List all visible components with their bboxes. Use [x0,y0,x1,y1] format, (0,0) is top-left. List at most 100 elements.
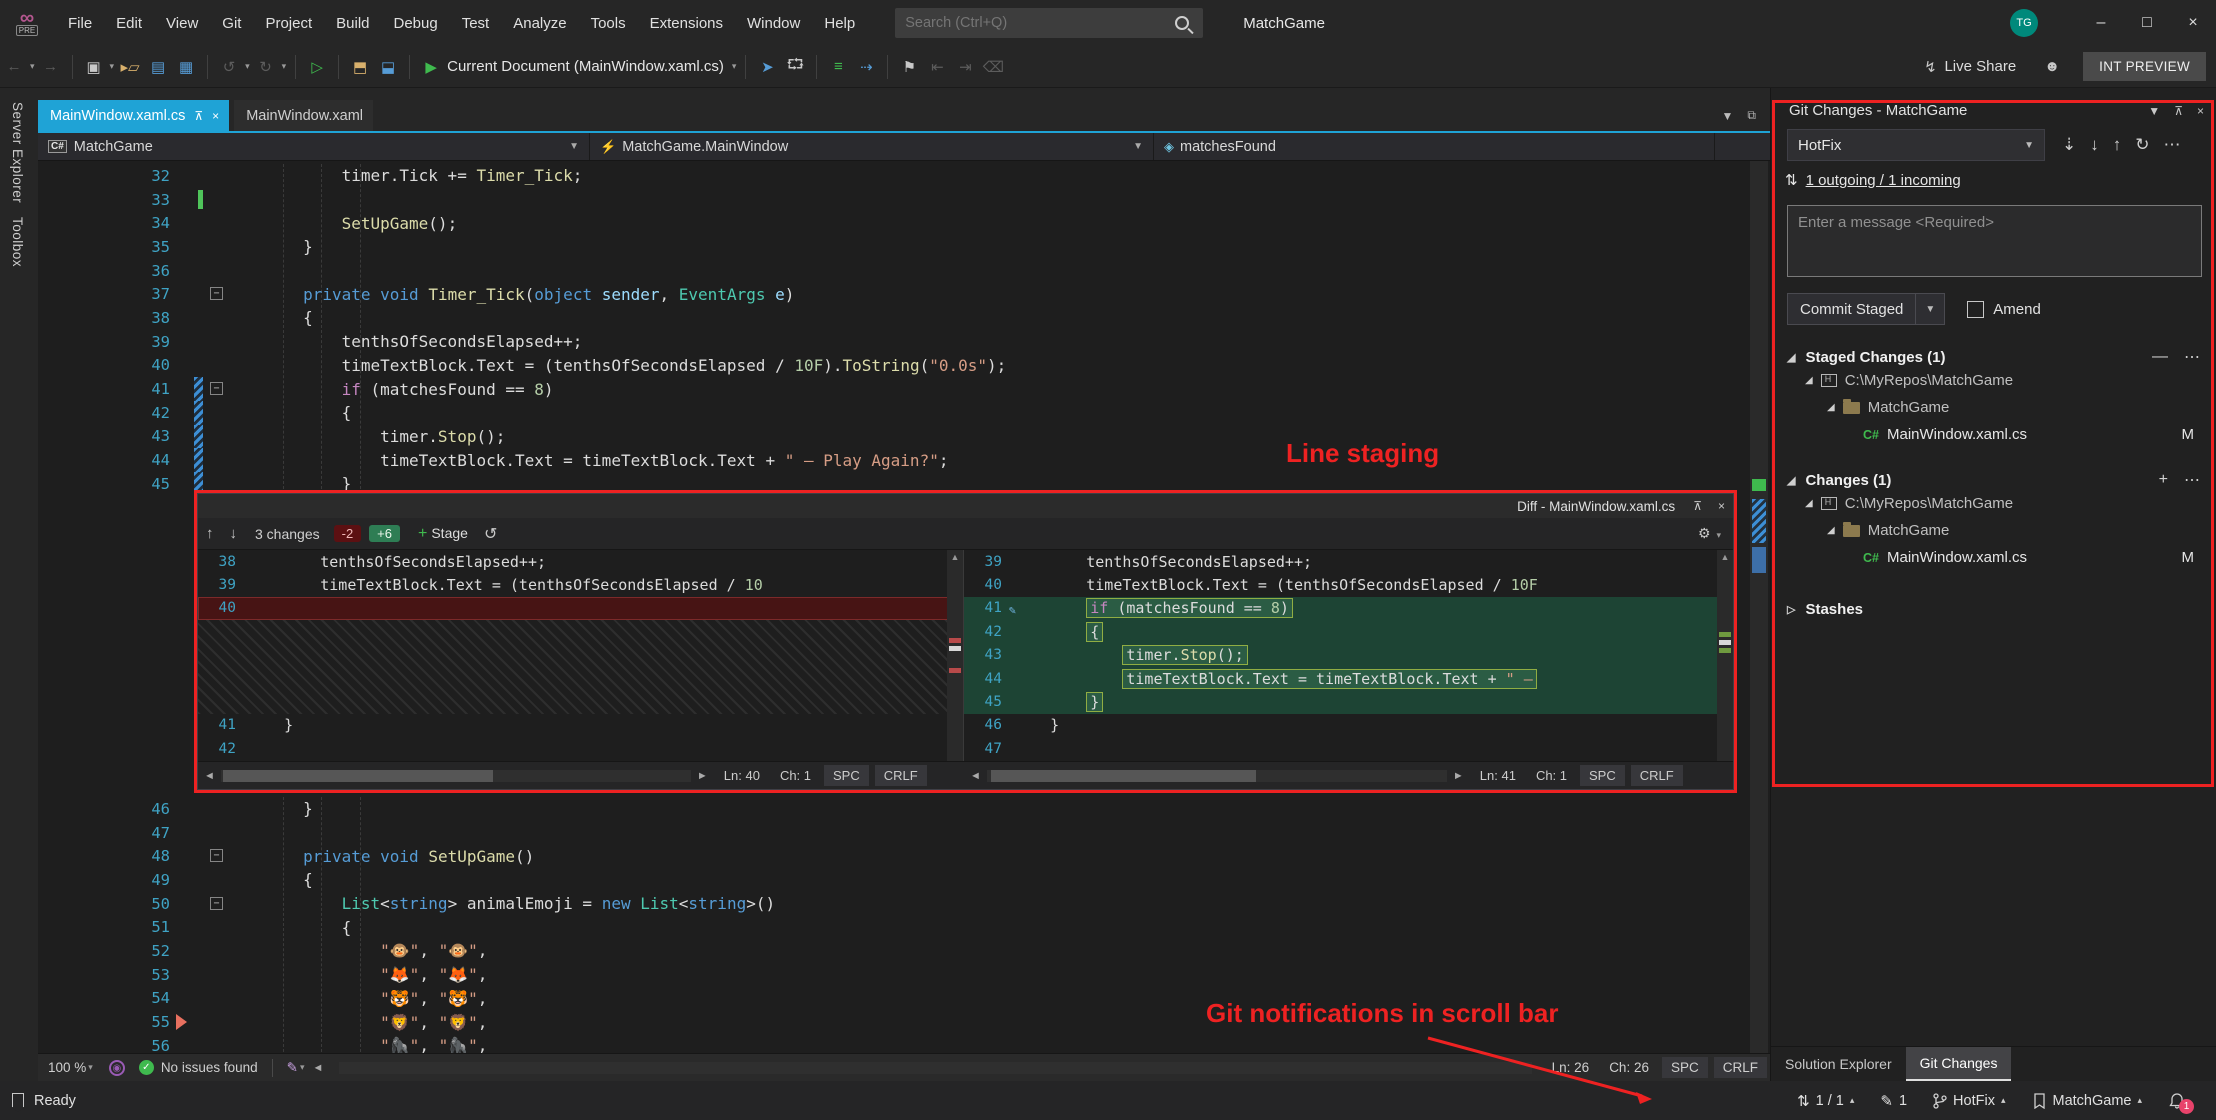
close-button[interactable]: × [2170,0,2216,46]
diff-settings-gear-icon[interactable]: ⚙ ▾ [1698,525,1723,542]
code-text[interactable]: private void SetUpGame() [226,847,534,866]
changes-section[interactable]: ◢ Changes (1) + ⋯ [1771,470,2216,490]
code-text[interactable]: "🐵", "🐵", [226,941,487,960]
changes-repo-row[interactable]: ◢ C:\MyRepos\MatchGame [1771,490,2216,517]
account-avatar[interactable]: TG [2010,9,2038,37]
undo-changes-icon[interactable]: ↺ [484,524,497,544]
run-icon[interactable]: ▶ [418,54,444,80]
issues-label[interactable]: No issues found [161,1060,258,1075]
expanded-icon[interactable]: ◢ [1787,474,1795,487]
chevron-down-icon[interactable]: ▼ [1915,294,1944,324]
editor-horizontal-scrollbar[interactable] [339,1061,1532,1074]
maximize-button[interactable]: □ [2124,0,2170,46]
project-dropdown[interactable]: C# MatchGame ▼ [38,133,590,160]
diff-right-scrollbar[interactable]: ▲ [1717,550,1733,761]
attach-to-process-icon[interactable]: ➤ [754,54,780,80]
bookmark-icon[interactable]: ⚑ [896,54,922,80]
spaces-indicator[interactable]: SPC [1580,765,1625,786]
open-file-icon[interactable]: ▸▱ [117,54,143,80]
search-icon[interactable] [1175,16,1190,30]
step-over-icon[interactable]: ⇢ [853,54,879,80]
code-text[interactable]: timer.Tick += Timer_Tick; [226,166,583,185]
stage-all-icon[interactable]: + [2159,471,2168,489]
scroll-up-icon[interactable]: ▲ [1717,550,1733,564]
staged-repo-row[interactable]: ◢ C:\MyRepos\MatchGame [1771,367,2216,394]
code-text[interactable]: { [226,403,352,422]
search-input[interactable] [895,15,1176,31]
menu-item-help[interactable]: Help [812,9,867,38]
code-text[interactable]: tenthsOfSecondsElapsed++; [226,332,583,351]
code-text[interactable]: timeTextBlock.Text = timeTextBlock.Text … [226,451,948,470]
minimize-button[interactable]: – [2078,0,2124,46]
rail-tab-toolbox[interactable]: Toolbox [10,217,25,267]
outgoing-incoming-link[interactable]: 1 outgoing / 1 incoming [1806,172,1961,189]
diff-left-scrollbar[interactable]: ▲ [947,550,963,761]
pin-tab-icon[interactable]: ⊼ [194,109,203,123]
chevron-down-icon[interactable]: ▼ [2148,104,2160,118]
menu-item-project[interactable]: Project [253,9,324,38]
tab-mainwindow-xaml[interactable]: MainWindow.xaml [234,100,374,131]
code-text[interactable]: { [226,308,313,327]
int-preview-button[interactable]: INT PREVIEW [2083,52,2206,81]
scroll-left-icon[interactable]: ◄ [970,770,981,782]
collapse-region-icon[interactable]: − [210,287,223,301]
commit-message-input[interactable]: Enter a message <Required> [1787,205,2202,277]
spaces-indicator[interactable]: SPC [1661,1057,1708,1078]
current-repository-picker[interactable]: MatchGame ▴ [2031,1093,2142,1109]
redo-icon[interactable]: ↻ [253,54,279,80]
save-all-icon[interactable]: ▦ [173,54,199,80]
code-text[interactable]: timeTextBlock.Text = (tenthsOfSecondsEla… [226,356,1007,375]
menu-item-build[interactable]: Build [324,9,381,38]
diff-title-bar[interactable]: Diff - MainWindow.xaml.cs ⊼ × [198,494,1733,518]
scroll-up-icon[interactable]: ▲ [947,550,963,564]
live-share-icon[interactable]: ↯ [1917,54,1943,80]
diff-pane-before[interactable]: ▲ 38 tenthsOfSecondsElapsed++; 39 timeTex… [198,550,964,761]
code-text[interactable]: { [226,918,352,937]
sync-icon[interactable]: ↻ [2135,135,2149,155]
push-icon[interactable]: ↑ [2113,135,2122,155]
live-share-label[interactable]: Live Share [1944,58,2016,75]
pull-icon[interactable]: ↓ [2090,135,2099,155]
notifications-bell-icon[interactable]: 1 [2168,1092,2194,1114]
undo-icon[interactable]: ↺ [216,54,242,80]
unstage-all-icon[interactable]: — [2152,348,2168,366]
member-dropdown[interactable]: ◈ matchesFound [1154,133,1715,160]
scroll-left-icon[interactable]: ◄ [312,1062,323,1074]
pin-icon[interactable]: ⊼ [1693,499,1702,513]
staged-file-row[interactable]: C# MainWindow.xaml.cs M [1771,421,2216,448]
feedback-icon[interactable]: ☻ [2039,54,2065,80]
next-change-icon[interactable]: ↓ [230,525,238,542]
changes-folder-row[interactable]: ◢ MatchGame [1771,517,2216,544]
line-indicator[interactable]: Ln: 26 [1552,1060,1590,1075]
rail-tab-server-explorer[interactable]: Server Explorer [10,102,25,203]
menu-item-file[interactable]: File [56,9,104,38]
previous-change-icon[interactable]: ↑ [206,525,214,542]
code-text[interactable]: "🐯", "🐯", [226,989,487,1008]
save-icon[interactable]: ▤ [145,54,171,80]
line-ending-indicator[interactable]: CRLF [874,765,927,786]
more-actions-icon[interactable]: ⋯ [2164,135,2181,155]
collapse-region-icon[interactable]: − [210,896,223,910]
staged-changes-section[interactable]: ◢ Staged Changes (1) — ⋯ [1771,347,2216,367]
spaces-indicator[interactable]: SPC [824,765,869,786]
scroll-right-icon[interactable]: ► [1453,770,1464,782]
task-status-icon[interactable] [11,1093,25,1112]
code-text[interactable]: } [226,474,352,493]
tab-solution-explorer[interactable]: Solution Explorer [1771,1047,1906,1081]
menu-item-extensions[interactable]: Extensions [638,9,735,38]
more-actions-icon[interactable]: ⋯ [2184,470,2200,490]
branch-selector[interactable]: HotFix ▼ [1787,129,2045,161]
pending-edits-counter[interactable]: ✎ 1 [1880,1092,1907,1110]
code-text[interactable]: "🦊", "🦊", [226,965,487,984]
more-actions-icon[interactable]: ⋯ [2184,347,2200,367]
line-ending-indicator[interactable]: CRLF [1630,765,1683,786]
zoom-selector[interactable]: 100 % ▾ [48,1060,95,1075]
stage-button[interactable]: + Stage [418,525,468,543]
float-window-icon[interactable]: ⧉ [1747,108,1756,123]
pin-icon[interactable]: ⊼ [2174,104,2183,118]
build-icon[interactable]: ⬒ [347,54,373,80]
changes-file-row[interactable]: C# MainWindow.xaml.cs M [1771,544,2216,571]
close-icon[interactable]: × [1718,499,1725,513]
close-icon[interactable]: × [2197,104,2204,118]
navigate-back-icon[interactable]: ← [1,54,27,80]
